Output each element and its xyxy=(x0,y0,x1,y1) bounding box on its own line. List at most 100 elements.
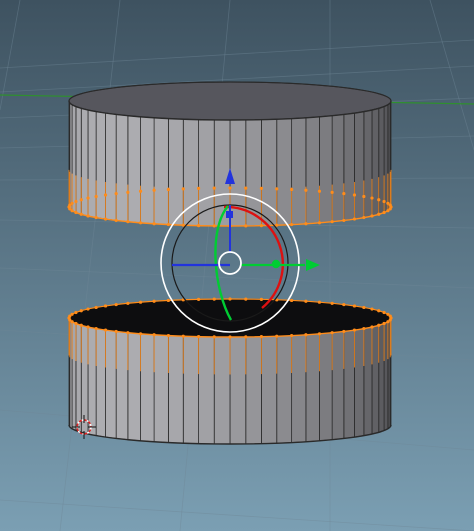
selected-vertex[interactable] xyxy=(352,328,357,332)
selected-vertex[interactable] xyxy=(196,186,201,190)
selected-vertex[interactable] xyxy=(79,198,83,202)
selected-vertex[interactable] xyxy=(352,193,357,197)
selected-vertex[interactable] xyxy=(362,215,366,220)
selected-vertex[interactable] xyxy=(388,203,392,207)
selected-vertex[interactable] xyxy=(275,187,279,191)
selected-vertex[interactable] xyxy=(290,333,294,338)
selected-vertex[interactable] xyxy=(377,309,381,313)
selected-vertex[interactable] xyxy=(342,218,346,223)
selected-vertex[interactable] xyxy=(74,199,78,204)
selected-vertex[interactable] xyxy=(74,210,78,215)
selected-vertex[interactable] xyxy=(70,201,74,205)
selected-vertex[interactable] xyxy=(362,305,366,310)
axis-square-icon[interactable] xyxy=(226,211,233,218)
selected-vertex[interactable] xyxy=(304,188,308,192)
selected-vertex[interactable] xyxy=(330,331,334,335)
x-axis-dot-icon[interactable] xyxy=(271,259,281,269)
selected-vertex[interactable] xyxy=(103,217,108,221)
selected-vertex[interactable] xyxy=(166,187,170,192)
selected-vertex[interactable] xyxy=(212,297,216,301)
selected-vertex[interactable] xyxy=(382,210,386,215)
selected-vertex[interactable] xyxy=(228,335,232,339)
selected-vertex[interactable] xyxy=(304,299,308,303)
selected-vertex[interactable] xyxy=(103,304,108,308)
selected-vertex[interactable] xyxy=(317,221,322,225)
selected-vertex[interactable] xyxy=(126,301,130,305)
selected-vertex[interactable] xyxy=(388,314,392,318)
selected-vertex[interactable] xyxy=(114,191,118,196)
selected-vertex[interactable] xyxy=(74,310,78,315)
selected-vertex[interactable] xyxy=(94,194,98,199)
selected-vertex[interactable] xyxy=(103,328,108,332)
selected-vertex[interactable] xyxy=(275,334,279,338)
selected-vertex[interactable] xyxy=(79,212,83,216)
selected-vertex[interactable] xyxy=(259,186,264,190)
selected-vertex[interactable] xyxy=(290,222,294,227)
selected-vertex[interactable] xyxy=(212,335,216,339)
selected-vertex[interactable] xyxy=(126,190,130,194)
selected-vertex[interactable] xyxy=(166,333,170,338)
3d-viewport[interactable] xyxy=(0,0,474,531)
selected-vertex[interactable] xyxy=(352,217,357,221)
selected-vertex[interactable] xyxy=(152,188,156,192)
selected-vertex[interactable] xyxy=(114,218,118,223)
selected-vertex[interactable] xyxy=(377,212,381,216)
selected-vertex[interactable] xyxy=(126,220,130,224)
selected-vertex[interactable] xyxy=(330,301,334,305)
selected-vertex[interactable] xyxy=(138,332,143,336)
selected-vertex[interactable] xyxy=(86,196,90,200)
selected-vertex[interactable] xyxy=(370,214,374,218)
selected-vertex[interactable] xyxy=(377,323,381,327)
selected-vertex[interactable] xyxy=(152,222,156,226)
selected-vertex[interactable] xyxy=(304,333,308,337)
selected-vertex[interactable] xyxy=(342,302,346,307)
selected-vertex[interactable] xyxy=(228,297,232,301)
selected-vertex[interactable] xyxy=(126,331,130,335)
selected-vertex[interactable] xyxy=(352,304,357,308)
selected-vertex[interactable] xyxy=(370,196,374,200)
selected-vertex[interactable] xyxy=(290,187,294,192)
selected-vertex[interactable] xyxy=(386,320,390,324)
selected-vertex[interactable] xyxy=(86,325,90,329)
selected-vertex[interactable] xyxy=(79,323,83,327)
selected-vertex[interactable] xyxy=(196,297,201,301)
selected-vertex[interactable] xyxy=(166,222,170,227)
selected-vertex[interactable] xyxy=(290,298,294,303)
selected-vertex[interactable] xyxy=(114,302,118,307)
selected-vertex[interactable] xyxy=(70,312,74,316)
selected-vertex[interactable] xyxy=(330,190,334,194)
selected-vertex[interactable] xyxy=(196,224,201,228)
selected-vertex[interactable] xyxy=(382,199,386,204)
selected-vertex[interactable] xyxy=(212,186,216,190)
selected-vertex[interactable] xyxy=(94,326,98,331)
selected-vertex[interactable] xyxy=(244,224,248,228)
selected-vertex[interactable] xyxy=(317,332,322,336)
selected-vertex[interactable] xyxy=(152,299,156,303)
selected-vertex[interactable] xyxy=(166,298,170,303)
selected-vertex[interactable] xyxy=(86,214,90,218)
selected-vertex[interactable] xyxy=(244,335,248,339)
selected-vertex[interactable] xyxy=(317,189,322,193)
selected-vertex[interactable] xyxy=(103,193,108,197)
selected-vertex[interactable] xyxy=(196,335,201,339)
selected-vertex[interactable] xyxy=(138,189,143,193)
selected-vertex[interactable] xyxy=(370,307,374,311)
selected-vertex[interactable] xyxy=(342,191,346,196)
selected-vertex[interactable] xyxy=(377,198,381,202)
selected-vertex[interactable] xyxy=(79,309,83,313)
selected-vertex[interactable] xyxy=(362,326,366,331)
selected-vertex[interactable] xyxy=(362,194,366,199)
selected-vertex[interactable] xyxy=(342,329,346,334)
selected-vertex[interactable] xyxy=(382,321,386,326)
selected-vertex[interactable] xyxy=(138,300,143,304)
selected-vertex[interactable] xyxy=(259,297,264,301)
selected-vertex[interactable] xyxy=(114,329,118,334)
selected-vertex[interactable] xyxy=(228,186,232,190)
selected-vertex[interactable] xyxy=(152,333,156,337)
selected-vertex[interactable] xyxy=(370,325,374,329)
selected-vertex[interactable] xyxy=(181,334,185,338)
selected-vertex[interactable] xyxy=(181,187,185,191)
selected-vertex[interactable] xyxy=(244,186,248,190)
selected-vertex[interactable] xyxy=(382,310,386,315)
selected-vertex[interactable] xyxy=(138,221,143,225)
